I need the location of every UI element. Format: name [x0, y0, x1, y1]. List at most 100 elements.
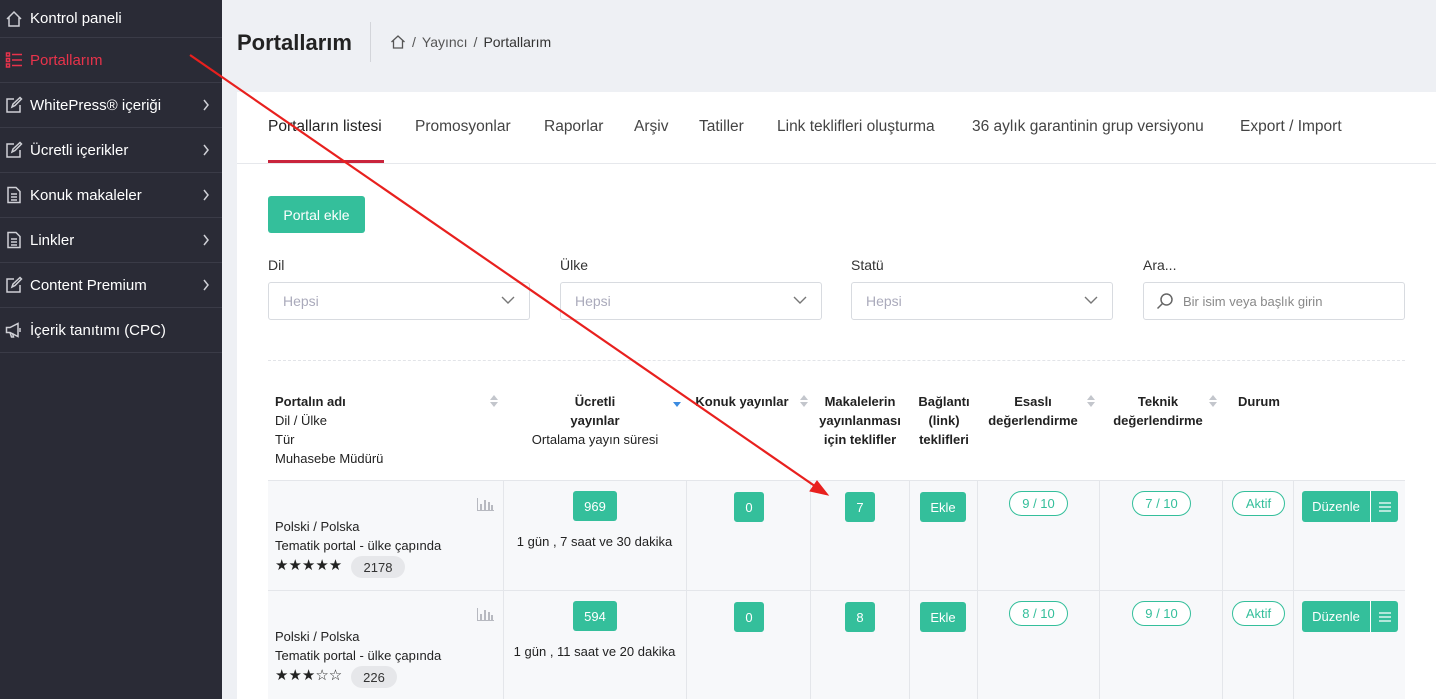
- hamburger-icon: [1378, 501, 1391, 512]
- sidebar-item-links[interactable]: Linkler: [0, 218, 222, 263]
- sort-icon[interactable]: [1209, 395, 1217, 407]
- document-icon: [5, 231, 23, 249]
- rating-stars: ★★★☆☆: [275, 667, 343, 684]
- page-title: Portallarım: [237, 30, 352, 55]
- country-select[interactable]: Hepsi: [560, 282, 822, 320]
- chevron-right-icon: [203, 234, 209, 246]
- sort-descending-icon[interactable]: [673, 395, 681, 407]
- tab-reports[interactable]: Raporlar: [544, 118, 603, 136]
- chevron-right-icon: [203, 144, 209, 156]
- sidebar-item-dashboard[interactable]: Kontrol paneli: [0, 0, 222, 38]
- chevron-right-icon: [203, 99, 209, 111]
- tab-guarantee-group[interactable]: 36 aylık garantinin grup versiyonu: [972, 118, 1204, 136]
- country-filter-label: Ülke: [560, 257, 589, 273]
- breadcrumb-publisher[interactable]: Yayıncı: [422, 34, 468, 50]
- edit-icon: [5, 276, 23, 294]
- edit-icon: [5, 96, 23, 114]
- paid-publications-badge[interactable]: 594: [573, 601, 617, 631]
- tab-bar: Portalların listesi Promosyonlar Raporla…: [237, 92, 1436, 164]
- search-input[interactable]: [1183, 293, 1403, 309]
- megaphone-icon: [5, 321, 23, 339]
- table-row: Polski / Polska Tematik portal - ülke ça…: [268, 480, 1405, 591]
- sidebar-item-label: WhitePress® içeriği: [30, 96, 162, 114]
- document-icon: [5, 186, 23, 204]
- sidebar-item-label: Ücretli içerikler: [30, 141, 129, 159]
- article-offers-badge[interactable]: 8: [845, 602, 875, 632]
- sort-icon[interactable]: [800, 395, 808, 407]
- sidebar: Kontrol paneli Portallarım WhitePress® i…: [0, 0, 222, 699]
- chevron-right-icon: [203, 279, 209, 291]
- statistics-icon[interactable]: [477, 608, 494, 621]
- edit-button[interactable]: Düzenle: [1302, 601, 1370, 632]
- header-divider: [370, 22, 371, 62]
- sidebar-item-content-promotion[interactable]: İçerik tanıtımı (CPC): [0, 308, 222, 353]
- sidebar-item-my-portals[interactable]: Portallarım: [0, 38, 222, 83]
- language-filter-label: Dil: [268, 257, 285, 273]
- sidebar-item-guest-articles[interactable]: Konuk makaleler: [0, 173, 222, 218]
- tab-link-offers[interactable]: Link teklifleri oluşturma: [777, 118, 935, 136]
- active-tab-indicator: [268, 160, 384, 163]
- status-select[interactable]: Hepsi: [851, 282, 1113, 320]
- sidebar-item-content-premium[interactable]: Content Premium: [0, 263, 222, 308]
- column-header-technical-rating[interactable]: Teknik değerlendirme: [1103, 392, 1213, 430]
- column-header-paid[interactable]: Ücretli yayınlar Ortalama yayın süresi: [505, 392, 685, 449]
- search-box: [1143, 282, 1405, 320]
- edit-icon: [5, 141, 23, 159]
- home-icon[interactable]: [390, 34, 406, 50]
- sidebar-item-paid-content[interactable]: Ücretli içerikler: [0, 128, 222, 173]
- sidebar-item-label: Konuk makaleler: [30, 186, 142, 204]
- tab-portal-list[interactable]: Portalların listesi: [268, 118, 382, 136]
- add-portal-button[interactable]: Portal ekle: [268, 196, 365, 233]
- main-panel: Portalların listesi Promosyonlar Raporla…: [237, 92, 1436, 699]
- home-icon: [5, 10, 23, 28]
- column-header-portal[interactable]: Portalın adı Dil / Ülke Tür Muhasebe Müd…: [275, 392, 383, 468]
- technical-rating-badge: 7 / 10: [1132, 491, 1191, 516]
- tab-promotions[interactable]: Promosyonlar: [415, 118, 511, 136]
- list-icon: [5, 51, 23, 69]
- tab-export-import[interactable]: Export / Import: [1240, 118, 1342, 136]
- status-filter-label: Statü: [851, 257, 884, 273]
- guest-publications-badge[interactable]: 0: [734, 492, 764, 522]
- status-badge: Aktif: [1232, 601, 1285, 626]
- chevron-down-icon: [793, 296, 807, 304]
- average-publication-time: 1 gün , 11 saat ve 20 dakika: [513, 644, 676, 659]
- language-select[interactable]: Hepsi: [268, 282, 530, 320]
- sidebar-item-label: Portallarım: [30, 51, 103, 69]
- tab-holidays[interactable]: Tatiller: [699, 118, 744, 136]
- breadcrumb-current: Portallarım: [483, 34, 552, 50]
- table-row: Polski / Polska Tematik portal - ülke ça…: [268, 590, 1405, 699]
- sort-icon[interactable]: [490, 395, 498, 407]
- column-header-link-offers[interactable]: Bağlantı (link) teklifleri: [910, 392, 978, 449]
- divider: [268, 360, 1405, 361]
- column-header-status[interactable]: Durum: [1227, 392, 1291, 411]
- paid-publications-badge[interactable]: 969: [573, 491, 617, 521]
- article-offers-badge[interactable]: 7: [845, 492, 875, 522]
- column-header-article-offers[interactable]: Makalelerin yayınlanması için teklifler: [810, 392, 910, 449]
- edit-button[interactable]: Düzenle: [1302, 491, 1370, 522]
- add-link-offer-button[interactable]: Ekle: [920, 602, 966, 632]
- menu-button[interactable]: [1370, 601, 1398, 632]
- column-header-guest[interactable]: Konuk yayınlar: [687, 392, 797, 411]
- column-header-content-rating[interactable]: Esaslı değerlendirme: [978, 392, 1088, 430]
- statistics-icon[interactable]: [477, 498, 494, 511]
- guest-publications-badge[interactable]: 0: [734, 602, 764, 632]
- portal-language: Polski / Polska: [275, 629, 360, 644]
- chevron-down-icon: [1084, 296, 1098, 304]
- tab-archive[interactable]: Arşiv: [634, 118, 668, 136]
- search-icon: [1156, 293, 1173, 310]
- menu-button[interactable]: [1370, 491, 1398, 522]
- content-rating-badge: 9 / 10: [1009, 491, 1068, 516]
- chevron-down-icon: [501, 296, 515, 304]
- sidebar-item-whitepress-content[interactable]: WhitePress® içeriği: [0, 83, 222, 128]
- add-link-offer-button[interactable]: Ekle: [920, 492, 966, 522]
- status-badge: Aktif: [1232, 491, 1285, 516]
- average-publication-time: 1 gün , 7 saat ve 30 dakika: [516, 534, 673, 549]
- chevron-right-icon: [203, 189, 209, 201]
- portal-type: Tematik portal - ülke çapında: [275, 538, 442, 553]
- review-count: 226: [351, 666, 397, 688]
- sidebar-item-label: Content Premium: [30, 276, 147, 294]
- breadcrumb: / Yayıncı / Portallarım: [390, 34, 551, 50]
- sort-icon[interactable]: [1087, 395, 1095, 407]
- content-rating-badge: 8 / 10: [1009, 601, 1068, 626]
- technical-rating-badge: 9 / 10: [1132, 601, 1191, 626]
